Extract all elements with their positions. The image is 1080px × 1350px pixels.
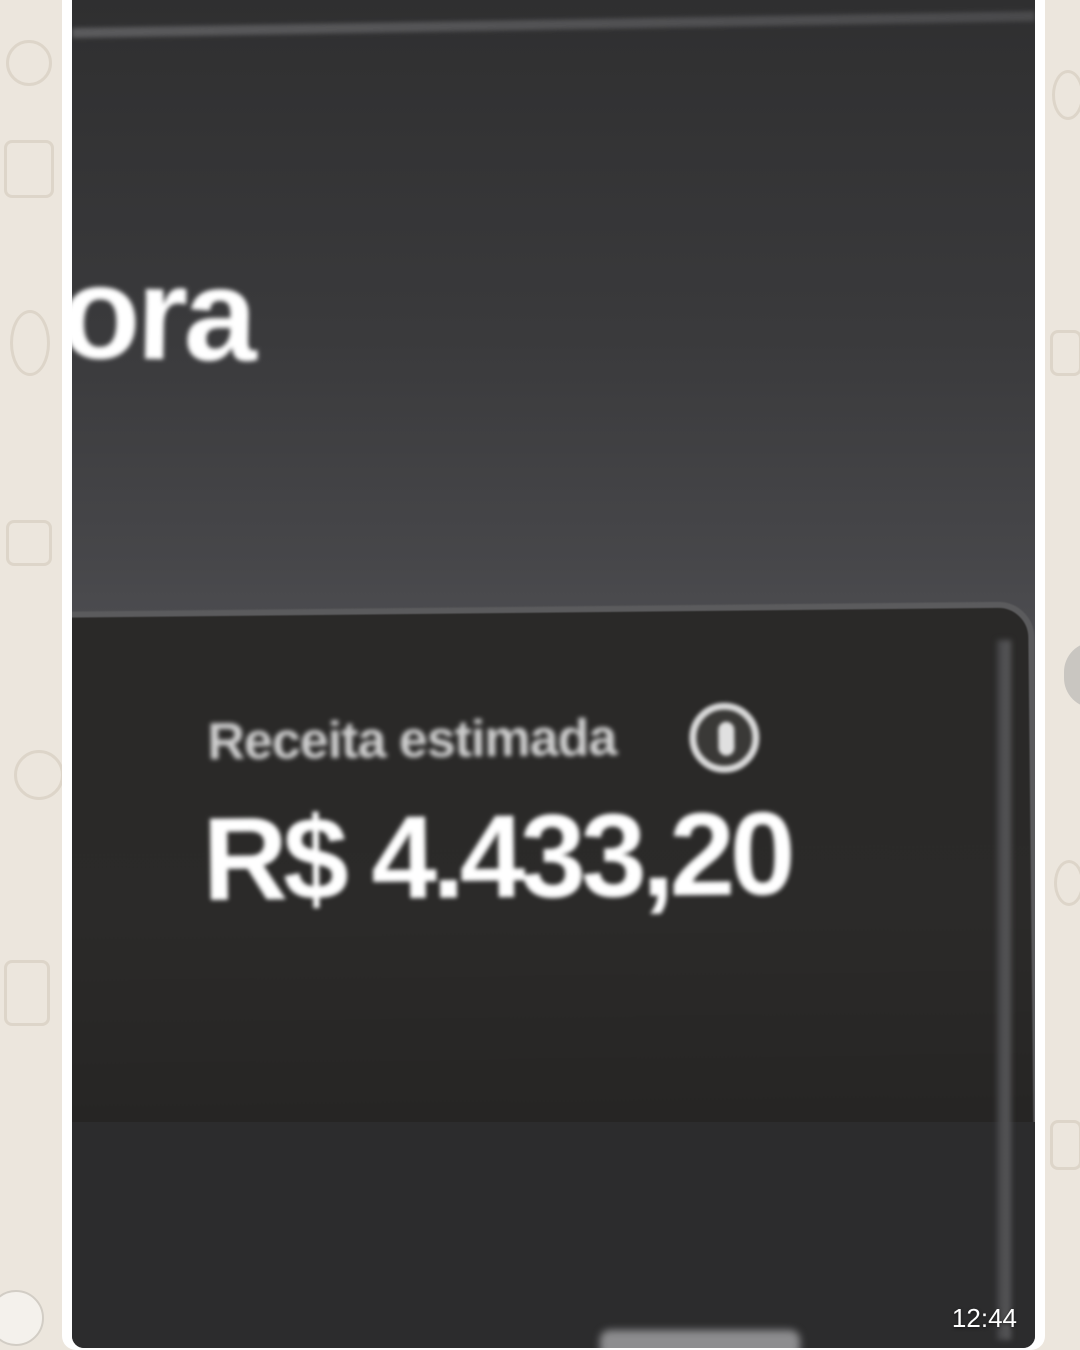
card-right-edge	[997, 640, 1011, 1340]
partial-heading: ora	[72, 238, 255, 389]
wallpaper-doodle	[14, 750, 64, 800]
wallpaper-doodle	[6, 40, 52, 86]
info-icon	[688, 702, 760, 774]
revenue-value: R$ 4.433,20	[201, 788, 792, 927]
wallpaper-doodle	[1052, 70, 1080, 120]
image-message-bubble[interactable]: ora Receita estimada R$ 4.433,20 12:44	[62, 0, 1045, 1350]
attached-photo[interactable]: ora Receita estimada R$ 4.433,20 12:44	[72, 0, 1035, 1348]
wallpaper-doodle	[10, 310, 50, 376]
wallpaper-doodle	[4, 140, 54, 198]
lower-panel	[72, 1122, 1035, 1348]
revenue-label: Receita estimada	[207, 708, 617, 772]
wallpaper-doodle	[1054, 860, 1080, 906]
message-timestamp: 12:44	[951, 1303, 1017, 1333]
wallpaper-doodle	[4, 960, 50, 1026]
wallpaper-doodle	[1050, 330, 1080, 376]
monitor-top-edge	[72, 11, 1035, 38]
wallpaper-doodle	[6, 520, 52, 566]
wallpaper-doodle	[1050, 1120, 1080, 1170]
revenue-card: Receita estimada R$ 4.433,20	[72, 601, 1035, 1144]
blurred-bottom-text	[600, 1330, 800, 1348]
